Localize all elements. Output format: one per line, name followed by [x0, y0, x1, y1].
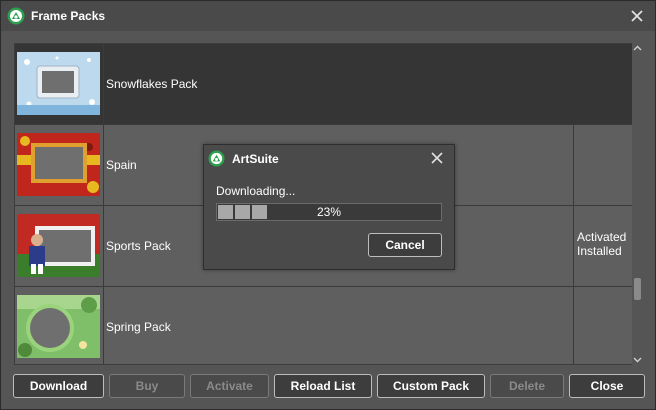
download-button[interactable]: Download [13, 374, 104, 398]
buy-button[interactable]: Buy [109, 374, 185, 398]
scroll-down-arrow-icon[interactable] [632, 354, 643, 365]
artsuite-logo-icon [7, 7, 25, 25]
download-dialog: ArtSuite Downloading... 23% Cancel [203, 144, 455, 270]
download-progress-bar: 23% [216, 203, 442, 221]
window-title: Frame Packs [31, 9, 106, 23]
scroll-up-arrow-icon[interactable] [632, 43, 643, 54]
status-cell: Activated Installed [577, 230, 626, 258]
column-divider [103, 44, 104, 124]
list-item-name: Sports Pack [106, 239, 171, 253]
cancel-button[interactable]: Cancel [368, 233, 442, 257]
list-item-name: Spain [106, 158, 137, 172]
frame-packs-window: Frame Packs Snowflakes Pack Spain Sports… [0, 0, 656, 410]
delete-button[interactable]: Delete [490, 374, 564, 398]
activate-button[interactable]: Activate [190, 374, 269, 398]
spring-thumbnail [17, 295, 100, 358]
close-icon[interactable] [627, 6, 647, 26]
vertical-scrollbar[interactable] [632, 43, 643, 365]
dialog-title: ArtSuite [232, 152, 279, 166]
snowflakes-thumbnail [17, 52, 100, 115]
close-button[interactable]: Close [569, 374, 645, 398]
artsuite-logo-icon [208, 150, 225, 167]
status-column-divider [573, 125, 574, 364]
title-bar: Frame Packs [1, 1, 655, 31]
scroll-thumb[interactable] [634, 278, 641, 300]
spain-thumbnail [17, 133, 100, 196]
status-installed: Installed [577, 244, 622, 258]
reload-list-button[interactable]: Reload List [274, 374, 372, 398]
list-item[interactable]: Spring Pack [15, 287, 632, 364]
sports-thumbnail [17, 214, 100, 277]
download-status-label: Downloading... [216, 184, 296, 198]
progress-percent: 23% [316, 205, 342, 219]
status-activated: Activated [577, 230, 627, 244]
list-item-name: Snowflakes Pack [106, 77, 198, 91]
list-item-name: Spring Pack [106, 320, 171, 334]
column-divider [103, 125, 104, 364]
list-item[interactable]: Snowflakes Pack [15, 44, 632, 125]
custom-pack-button[interactable]: Custom Pack [377, 374, 485, 398]
dialog-title-bar: ArtSuite [204, 145, 454, 172]
close-icon[interactable] [429, 150, 445, 166]
